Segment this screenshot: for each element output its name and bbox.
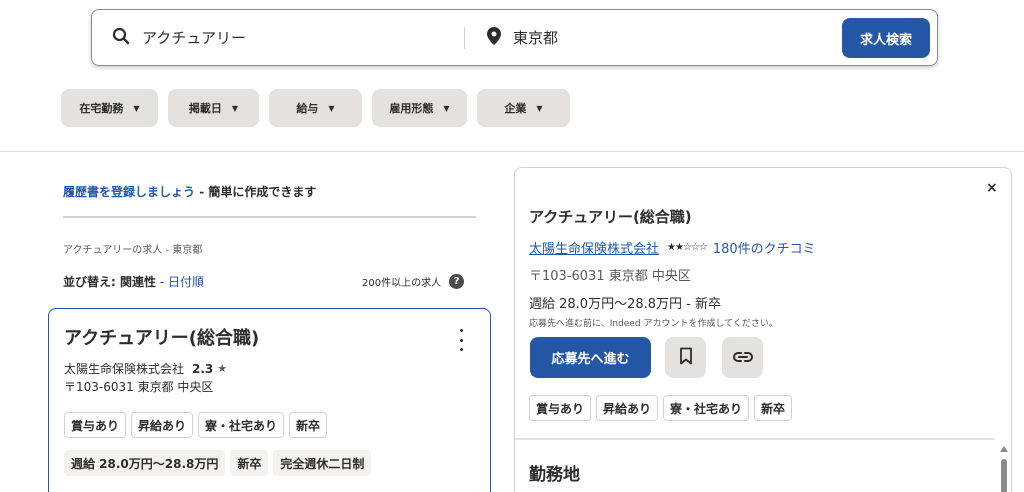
attribute-tags: 週給 28.0万円～28.8万円 新卒 完全週休二日制 [64, 450, 372, 476]
tag: 賞与あり [64, 412, 127, 438]
tag: 賞与あり [529, 395, 592, 421]
resume-link[interactable]: 履歴書を登録しましょう [63, 185, 195, 199]
detail-title: アクチュアリー(総合職) [529, 208, 692, 226]
apply-button[interactable]: 応募先へ進む [530, 337, 651, 378]
filter-label: 掲載日 [188, 102, 222, 115]
what-field[interactable]: アクチュアリー [112, 10, 462, 65]
left-divider [63, 216, 476, 218]
search-bar: アクチュアリー 東京都 求人検索 [91, 9, 938, 66]
header-divider [0, 151, 1024, 152]
where-input[interactable]: 東京都 [513, 27, 558, 48]
detail-company-line: 太陽生命保険株式会社 ★★☆☆☆ 180件のクチコミ [529, 238, 816, 257]
filter-label: 雇用形態 [389, 102, 434, 115]
help-icon[interactable]: ? [449, 274, 465, 289]
star-rating-icon: ★★☆☆☆ [667, 242, 708, 253]
account-note: 応募先へ進む前に、Indeed アカウントを作成してください。 [529, 319, 778, 329]
sort-separator: - [156, 275, 168, 289]
caret-down-icon: ▼ [133, 103, 140, 113]
search-button[interactable]: 求人検索 [842, 18, 930, 58]
where-field[interactable]: 東京都 [487, 10, 827, 65]
save-job-button[interactable] [665, 337, 706, 378]
filter-date-posted[interactable]: 掲載日 ▼ [168, 89, 259, 127]
what-input[interactable]: アクチュアリー [142, 27, 246, 48]
detail-divider [515, 438, 995, 440]
more-options-icon[interactable] [451, 329, 471, 351]
search-icon [112, 27, 130, 49]
filter-label: 給与 [296, 102, 319, 115]
company-link[interactable]: 太陽生命保険株式会社 [529, 238, 659, 257]
detail-location: 〒103-6031 東京都 中央区 [529, 269, 691, 284]
job-card[interactable]: アクチュアリー(総合職) 太陽生命保険株式会社 2.3 ★ 〒103-6031 … [48, 308, 491, 492]
filter-bar: 在宅勤務 ▼ 掲載日 ▼ 給与 ▼ 雇用形態 ▼ 企業 ▼ [61, 89, 570, 127]
field-divider [464, 27, 465, 49]
job-location: 〒103-6031 東京都 中央区 [64, 380, 214, 394]
company-rating: 2.3 [192, 361, 214, 376]
scroll-up-icon[interactable] [1000, 446, 1008, 452]
job-title[interactable]: アクチュアリー(総合職) [64, 324, 259, 350]
close-icon[interactable]: × [986, 180, 998, 196]
copy-link-button[interactable] [722, 337, 763, 378]
resume-text: - 簡単に作成できます [195, 185, 317, 199]
job-count: 200件以上の求人 ? [362, 274, 465, 289]
filter-label: 在宅勤務 [79, 102, 124, 115]
company-line: 太陽生命保険株式会社 2.3 ★ [64, 360, 227, 377]
tag: 昇給あり [596, 395, 659, 421]
scroll-thumb[interactable] [1001, 459, 1007, 492]
filter-salary[interactable]: 給与 ▼ [269, 89, 362, 127]
filter-remote[interactable]: 在宅勤務 ▼ [61, 89, 158, 127]
caret-down-icon: ▼ [443, 103, 450, 113]
job-count-text: 200件以上の求人 [362, 278, 442, 289]
benefit-tags: 賞与あり 昇給あり 寮・社宅あり 新卒 [64, 412, 328, 438]
caret-down-icon: ▼ [328, 103, 335, 113]
tag: 新卒 [289, 412, 328, 438]
link-icon [732, 348, 753, 367]
sort-relevance: 関連性 [119, 275, 156, 289]
tag: 新卒 [230, 450, 269, 476]
star-icon: ★ [217, 362, 228, 375]
breadcrumb: アクチュアリーの求人 - 東京都 [63, 245, 203, 256]
location-pin-icon [487, 26, 501, 49]
tag: 完全週休二日制 [273, 450, 372, 476]
sort-control: 並び替え: 関連性 - 日付順 [63, 273, 204, 290]
tag: 新卒 [754, 395, 793, 421]
sort-prefix: 並び替え: [63, 275, 120, 289]
filter-company[interactable]: 企業 ▼ [477, 89, 570, 127]
resume-prompt: 履歴書を登録しましょう - 簡単に作成できます [63, 183, 316, 200]
caret-down-icon: ▼ [536, 103, 543, 113]
caret-down-icon: ▼ [231, 103, 239, 113]
detail-benefit-tags: 賞与あり 昇給あり 寮・社宅あり 新卒 [529, 395, 793, 421]
tag: 昇給あり [131, 412, 194, 438]
reviews-link[interactable]: 180件のクチコミ [713, 238, 816, 257]
salary-tag: 週給 28.0万円～28.8万円 [64, 450, 226, 476]
tag: 寮・社宅あり [198, 412, 285, 438]
tag: 寮・社宅あり [663, 395, 750, 421]
filter-job-type[interactable]: 雇用形態 ▼ [372, 89, 467, 127]
location-section-heading: 勤務地 [529, 465, 580, 485]
sort-date-link[interactable]: 日付順 [168, 275, 204, 289]
detail-salary: 週給 28.0万円～28.8万円 - 新卒 [529, 297, 721, 312]
job-detail-pane: × アクチュアリー(総合職) 太陽生命保険株式会社 ★★☆☆☆ 180件のクチコ… [514, 167, 1012, 492]
bookmark-icon [679, 347, 693, 369]
company-name: 太陽生命保険株式会社 [64, 362, 185, 376]
filter-label: 企業 [504, 102, 527, 115]
detail-scrollbar[interactable] [999, 446, 1009, 492]
